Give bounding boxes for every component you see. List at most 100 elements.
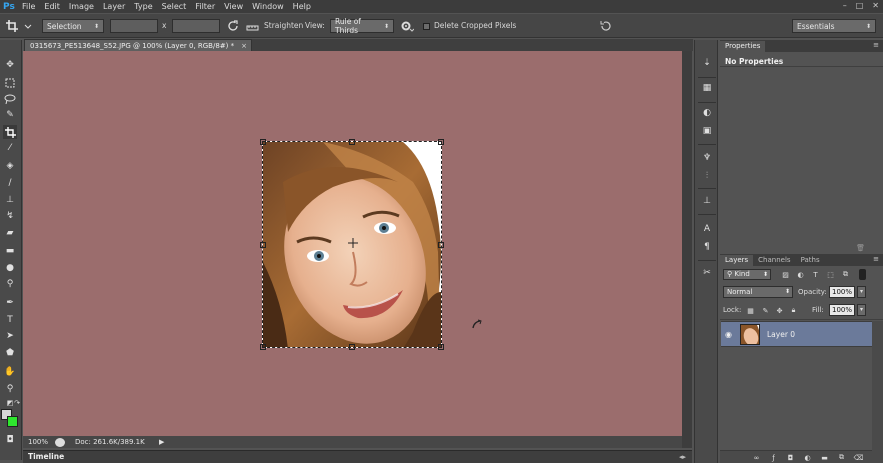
pen-tool-icon[interactable]: ✒ [3, 296, 17, 310]
gradient-tool-icon[interactable]: ▬ [3, 244, 17, 258]
fill-input[interactable]: 100% [829, 304, 855, 316]
crop-ratio-select[interactable]: Selection ⬍ [42, 19, 104, 33]
new-layer-icon[interactable]: ⧉ [837, 453, 846, 462]
straighten-label[interactable]: Straighten [264, 19, 303, 33]
crop-handle-top-left[interactable] [260, 139, 266, 145]
swap-dimensions-button[interactable] [226, 19, 240, 33]
crop-handle-left[interactable] [260, 242, 266, 248]
zoom-level[interactable]: 100% [23, 438, 55, 446]
hand-tool-icon[interactable]: ✋ [3, 365, 17, 379]
move-tool-icon[interactable]: ✥ [3, 58, 17, 72]
menu-filter[interactable]: Filter [195, 2, 215, 11]
workspace-switcher[interactable]: Essentials ⬍ [792, 19, 876, 33]
zoom-tool-icon[interactable]: ⚲ [3, 382, 17, 396]
swap-colors-icon[interactable]: ↷ [10, 396, 24, 410]
layers-scrollbar[interactable] [872, 321, 883, 451]
crop-handle-right[interactable] [438, 242, 444, 248]
tool-presets-panel-icon[interactable]: ✂ [700, 266, 714, 280]
path-selection-tool-icon[interactable]: ➤ [3, 329, 17, 343]
delete-cropped-checkbox[interactable] [423, 23, 430, 30]
tab-paths[interactable]: Paths [796, 255, 825, 266]
eyedropper-tool-icon[interactable]: ⁄ [3, 141, 17, 155]
crop-tool-icon[interactable] [3, 125, 17, 139]
shape-tool-icon[interactable]: ⬟ [3, 346, 17, 360]
color-panel-icon[interactable]: ◐ [700, 106, 714, 120]
eye-visibility-icon[interactable]: ◉ [725, 330, 732, 339]
filter-adjustment-icon[interactable]: ◐ [796, 270, 805, 279]
crop-height-input[interactable] [172, 19, 220, 33]
brush-tool-icon[interactable]: ∕ [3, 176, 17, 190]
quick-select-tool-icon[interactable]: ✎ [3, 108, 17, 122]
straighten-icon[interactable] [246, 19, 259, 33]
menu-view[interactable]: View [224, 2, 243, 11]
filter-pixel-icon[interactable]: ▨ [781, 270, 790, 279]
close-window-button[interactable]: ✕ [872, 1, 879, 10]
adjustments-panel-icon[interactable]: ♆ [700, 151, 714, 165]
menu-help[interactable]: Help [293, 2, 311, 11]
opacity-input[interactable]: 100% [829, 286, 855, 298]
status-info-icon[interactable] [55, 437, 65, 447]
menu-image[interactable]: Image [69, 2, 94, 11]
panel-menu-icon[interactable]: ≡ [873, 255, 879, 263]
dodge-tool-icon[interactable]: ⚲ [3, 277, 17, 291]
history-panel-icon[interactable]: ⇣ [700, 56, 714, 70]
menu-select[interactable]: Select [162, 2, 187, 11]
lock-transparency-icon[interactable]: ▦ [746, 306, 755, 315]
reset-crop-button[interactable] [599, 19, 613, 33]
trash-icon[interactable]: ⌫ [854, 453, 864, 462]
filter-smart-object-icon[interactable]: ⧉ [841, 270, 850, 279]
layer-kind-filter[interactable]: ⚲ Kind ⬍ [723, 269, 771, 280]
lock-all-icon[interactable]: 🔒︎ [789, 306, 798, 315]
filter-type-icon[interactable]: T [811, 270, 820, 279]
blur-tool-icon[interactable]: ● [3, 261, 17, 275]
status-menu-arrow-icon[interactable]: ▶ [159, 438, 164, 446]
quick-mask-icon[interactable]: ◘ [3, 433, 17, 447]
crop-handle-bottom[interactable] [349, 344, 355, 350]
layer-style-icon[interactable]: ƒ [769, 453, 778, 462]
crop-handle-top-right[interactable] [438, 139, 444, 145]
eraser-tool-icon[interactable]: ▰ [3, 226, 17, 240]
lasso-tool-icon[interactable] [3, 92, 17, 106]
layer-name[interactable]: Layer 0 [767, 330, 795, 339]
adjustment-layer-icon[interactable]: ◐ [803, 453, 812, 462]
clone-source-panel-icon[interactable]: ⊥ [700, 194, 714, 208]
clone-stamp-tool-icon[interactable]: ⊥ [3, 193, 17, 207]
trash-icon[interactable]: 🗑 [856, 244, 865, 252]
link-layers-icon[interactable]: ∞ [752, 453, 761, 462]
menu-layer[interactable]: Layer [103, 2, 125, 11]
crop-tool-preset-picker[interactable] [5, 19, 33, 33]
crop-handle-bottom-right[interactable] [438, 344, 444, 350]
panel-menu-icon[interactable]: ◂▸ [679, 451, 686, 463]
menu-edit[interactable]: Edit [44, 2, 60, 11]
background-color-swatch[interactable] [7, 416, 18, 427]
add-mask-icon[interactable]: ◘ [786, 453, 795, 462]
vertical-scrollbar[interactable] [682, 51, 692, 448]
paragraph-panel-icon[interactable]: ¶ [700, 240, 714, 254]
blend-mode-select[interactable]: Normal ⬍ [723, 286, 793, 298]
fill-dropdown-icon[interactable]: ▾ [857, 304, 866, 316]
crop-handle-top[interactable] [349, 139, 355, 145]
menu-window[interactable]: Window [252, 2, 284, 11]
grid-panel-icon[interactable]: ▦ [700, 81, 714, 95]
lock-pixels-icon[interactable]: ✎ [761, 306, 770, 315]
minimize-button[interactable]: – [843, 1, 847, 10]
menu-file[interactable]: File [22, 2, 35, 11]
new-group-icon[interactable]: ▬ [820, 453, 829, 462]
lock-position-icon[interactable]: ✥ [775, 306, 784, 315]
marquee-tool-icon[interactable] [3, 76, 17, 90]
history-brush-tool-icon[interactable]: ↯ [3, 209, 17, 223]
healing-brush-tool-icon[interactable]: ◈ [3, 159, 17, 173]
opacity-dropdown-icon[interactable]: ▾ [857, 286, 866, 298]
panel-menu-icon[interactable]: ≡ [873, 41, 879, 49]
type-tool-icon[interactable]: T [3, 313, 17, 327]
filter-shape-icon[interactable]: ⬚ [826, 270, 835, 279]
tab-layers[interactable]: Layers [720, 255, 754, 266]
swatches-panel-icon[interactable]: ▣ [700, 124, 714, 138]
character-panel-icon[interactable]: A [700, 222, 714, 236]
crop-handle-bottom-left[interactable] [260, 344, 266, 350]
tab-channels[interactable]: Channels [753, 255, 795, 266]
filter-toggle-icon[interactable] [859, 269, 866, 280]
styles-panel-icon[interactable]: ⫶ [700, 169, 714, 183]
document-tab[interactable]: 0315673_PE513648_S52.JPG @ 100% (Layer 0… [24, 39, 252, 51]
crop-settings-button[interactable] [400, 19, 415, 33]
